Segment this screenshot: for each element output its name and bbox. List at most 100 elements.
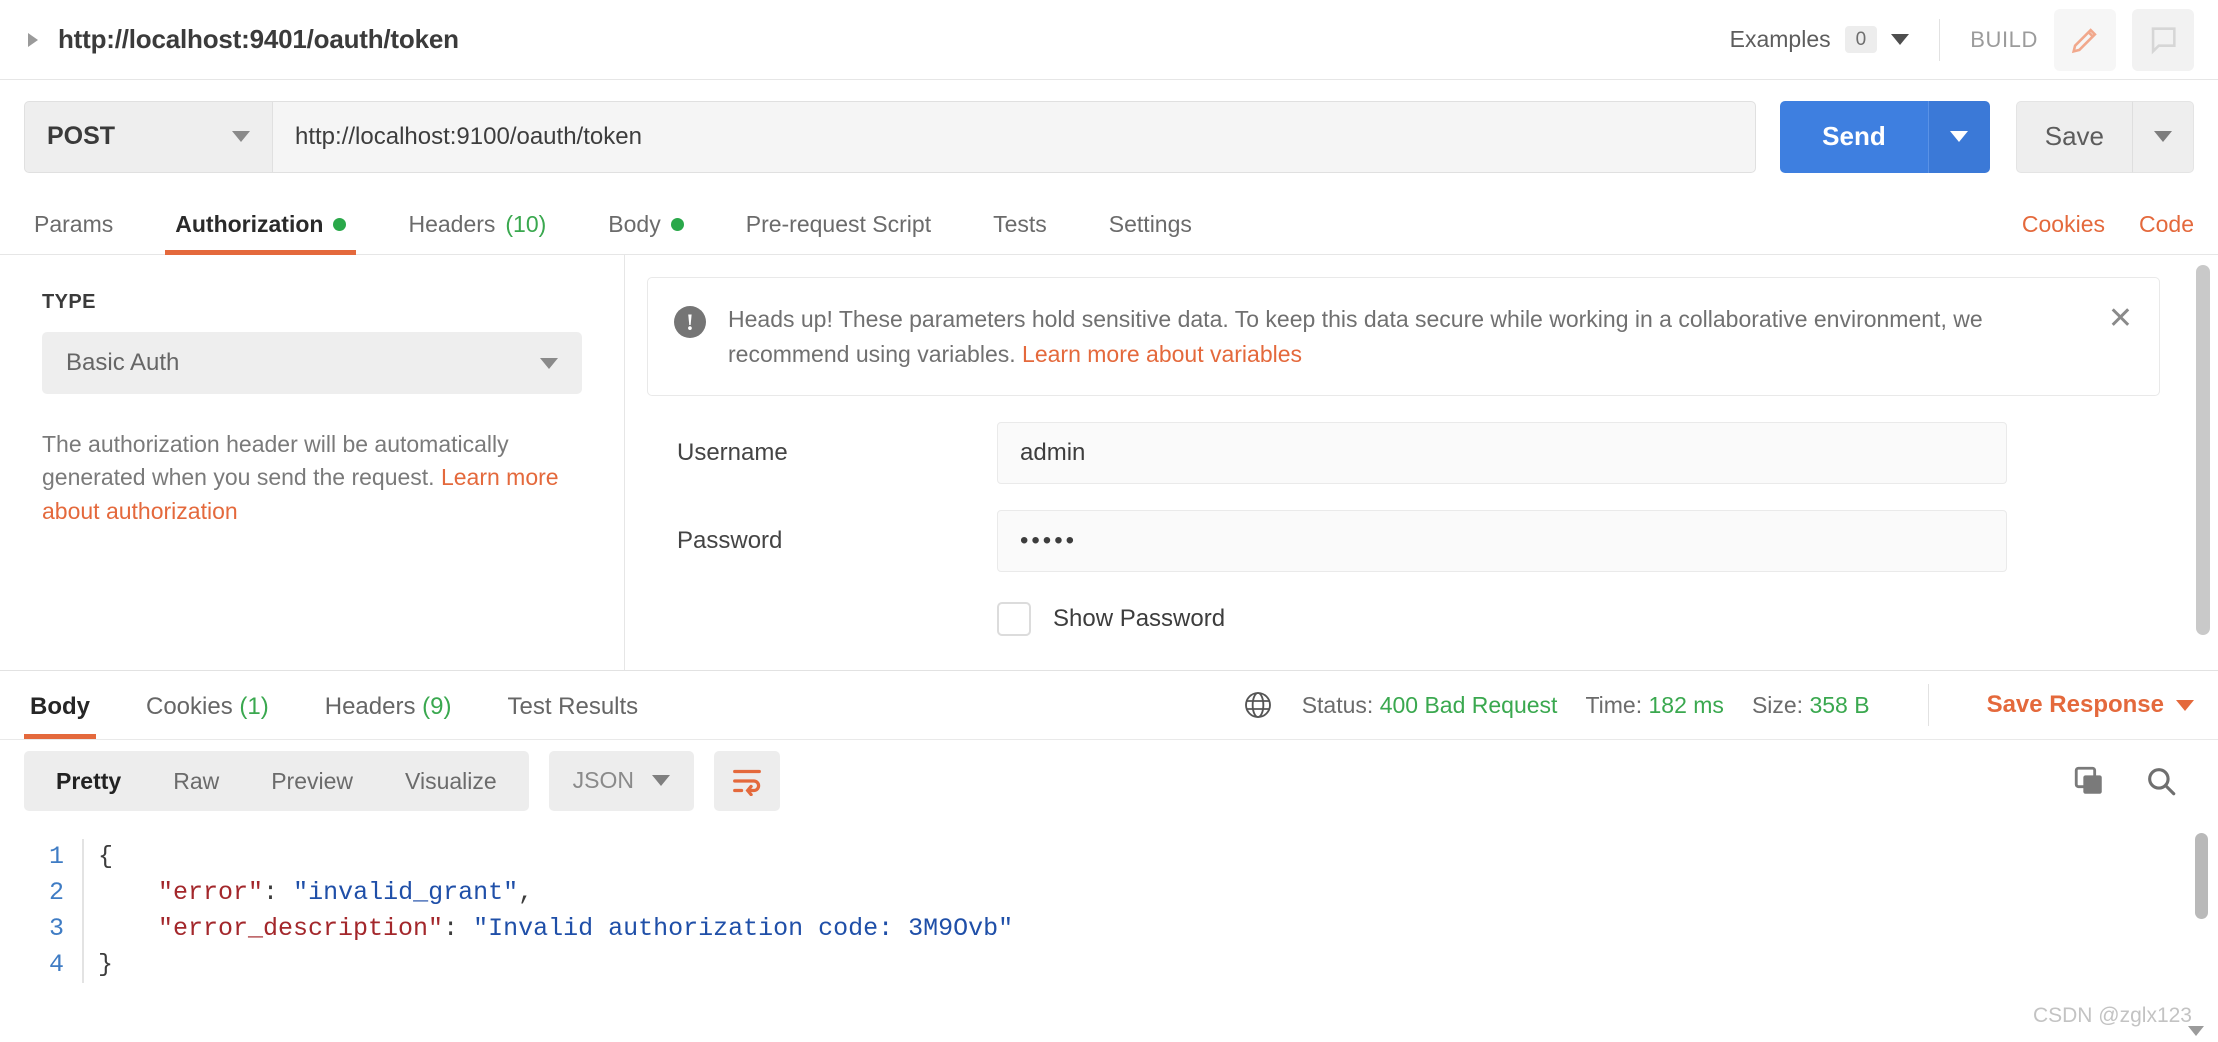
- response-format-select[interactable]: JSON: [548, 750, 695, 811]
- send-button[interactable]: Send: [1780, 100, 1928, 173]
- response-body-scrollbar[interactable]: [2195, 833, 2208, 919]
- cookies-link[interactable]: Cookies: [2022, 211, 2105, 238]
- save-response-label: Save Response: [1986, 691, 2164, 718]
- save-button-group: Save: [2015, 100, 2194, 173]
- tab-settings[interactable]: Settings: [1099, 211, 1202, 254]
- view-visualize-button[interactable]: Visualize: [379, 751, 523, 811]
- tab-count: (1): [239, 693, 269, 720]
- response-tab-test-results[interactable]: Test Results: [501, 693, 644, 739]
- http-method-select[interactable]: POST: [24, 100, 272, 173]
- tab-tests[interactable]: Tests: [983, 211, 1057, 254]
- tab-pre-request-script[interactable]: Pre-request Script: [736, 211, 941, 254]
- password-input[interactable]: •••••: [997, 510, 2007, 572]
- authorization-panel: TYPE Basic Auth The authorization header…: [0, 255, 2218, 671]
- page-title: http://localhost:9401/oauth/token: [58, 24, 459, 54]
- tab-authorization[interactable]: Authorization: [165, 211, 357, 255]
- response-toolbar: Pretty Raw Preview Visualize JSON: [0, 739, 2218, 821]
- code-token: }: [98, 950, 114, 979]
- line-number: 1: [48, 842, 64, 871]
- examples-label: Examples: [1729, 26, 1831, 52]
- code-table: 1 2 3 4 { "error": "invalid_grant", "err…: [0, 839, 2218, 983]
- tab-headers[interactable]: Headers (10): [398, 211, 556, 254]
- chevron-down-icon: [1950, 131, 1969, 142]
- code-link[interactable]: Code: [2139, 211, 2194, 238]
- chevron-down-icon: [1891, 34, 1910, 45]
- code-token: "error": [158, 878, 264, 907]
- username-label: Username: [677, 439, 788, 466]
- auth-type-select[interactable]: Basic Auth: [42, 332, 582, 394]
- notice-link[interactable]: Learn more about variables: [1022, 341, 1302, 367]
- request-tab-bar: Params Authorization Headers (10) Body P…: [0, 193, 2218, 255]
- auth-type-value: Basic Auth: [66, 349, 180, 376]
- response-tab-body[interactable]: Body: [24, 693, 96, 739]
- time-label: Time:: [1585, 691, 1643, 718]
- request-panel-scrollbar[interactable]: [2196, 265, 2210, 635]
- chevron-down-icon: [2176, 699, 2194, 711]
- auth-form-panel: ! Heads up! These parameters hold sensit…: [625, 255, 2218, 670]
- response-tab-cookies[interactable]: Cookies (1): [140, 693, 275, 739]
- globe-icon[interactable]: [1242, 689, 1274, 721]
- divider: [1939, 18, 1941, 61]
- modified-dot-icon: [333, 218, 347, 231]
- response-body-viewer: 1 2 3 4 { "error": "invalid_grant", "err…: [0, 821, 2218, 1042]
- size-label: Size:: [1751, 691, 1804, 718]
- sensitive-data-notice: ! Heads up! These parameters hold sensit…: [647, 277, 2160, 396]
- auth-help-sentence: The authorization header will be automat…: [42, 431, 509, 491]
- view-preview-button[interactable]: Preview: [245, 751, 379, 811]
- divider: [1927, 684, 1929, 726]
- edit-button[interactable]: [2054, 8, 2116, 71]
- tab-body[interactable]: Body: [598, 211, 693, 254]
- tab-label: Headers: [324, 693, 416, 720]
- auth-type-title: TYPE: [42, 291, 96, 313]
- comment-button[interactable]: [2132, 8, 2194, 71]
- examples-dropdown[interactable]: Examples 0: [1730, 26, 1910, 53]
- warning-icon: !: [674, 306, 706, 338]
- url-input[interactable]: http://localhost:9100/oauth/token: [272, 100, 1757, 173]
- show-password-checkbox[interactable]: [997, 602, 1031, 636]
- chevron-down-icon: [2154, 131, 2172, 142]
- search-icon[interactable]: [2144, 764, 2178, 798]
- collapse-triangle-icon[interactable]: [28, 32, 38, 47]
- word-wrap-icon: [733, 769, 761, 796]
- response-view-segmented-control: Pretty Raw Preview Visualize: [24, 750, 529, 811]
- response-tab-bar: Body Cookies (1) Headers (9) Test Result…: [0, 671, 2218, 739]
- code-token: "invalid_grant": [293, 878, 519, 907]
- save-options-button[interactable]: [2132, 100, 2194, 173]
- notice-sentence: Heads up! These parameters hold sensitiv…: [728, 306, 1983, 367]
- send-button-group: Send: [1780, 100, 1990, 173]
- username-input[interactable]: admin: [997, 422, 2007, 484]
- send-options-button[interactable]: [1927, 100, 1990, 173]
- tab-label: Pre-request Script: [745, 211, 932, 237]
- modified-dot-icon: [670, 218, 684, 231]
- tab-count: (9): [422, 693, 452, 720]
- close-icon[interactable]: ✕: [2108, 304, 2133, 334]
- save-response-button[interactable]: Save Response: [1987, 691, 2194, 719]
- code-token: :: [263, 878, 294, 907]
- watermark: CSDN @zglx123: [2032, 1004, 2192, 1027]
- show-password-label: Show Password: [1053, 605, 1226, 632]
- tab-label: Settings: [1108, 211, 1192, 237]
- word-wrap-button[interactable]: [714, 750, 781, 811]
- tab-label: Cookies: [146, 693, 233, 720]
- response-tab-headers[interactable]: Headers (9): [319, 693, 458, 739]
- view-raw-button[interactable]: Raw: [147, 751, 245, 811]
- code-content[interactable]: { "error": "invalid_grant", "error_descr…: [82, 839, 2218, 983]
- view-pretty-button[interactable]: Pretty: [30, 751, 147, 811]
- code-token: ,: [518, 878, 534, 907]
- copy-icon[interactable]: [2072, 764, 2106, 798]
- chevron-down-icon: [652, 775, 671, 786]
- auth-type-panel: TYPE Basic Auth The authorization header…: [0, 255, 625, 670]
- code-token: {: [98, 842, 114, 871]
- response-format-value: JSON: [572, 767, 635, 793]
- code-token: "Invalid authorization code: 3M9Ovb": [473, 914, 1014, 943]
- password-label: Password: [677, 527, 783, 554]
- time-group: Time: 182 ms: [1585, 692, 1723, 719]
- username-row: Username admin: [647, 422, 2182, 484]
- http-method-label: POST: [47, 122, 116, 150]
- save-button[interactable]: Save: [2015, 100, 2132, 173]
- code-token: "error_description": [158, 914, 444, 943]
- tab-params[interactable]: Params: [24, 211, 123, 254]
- chevron-down-icon[interactable]: [2188, 1026, 2204, 1036]
- pencil-icon: [2071, 27, 2097, 53]
- code-token: :: [443, 914, 474, 943]
